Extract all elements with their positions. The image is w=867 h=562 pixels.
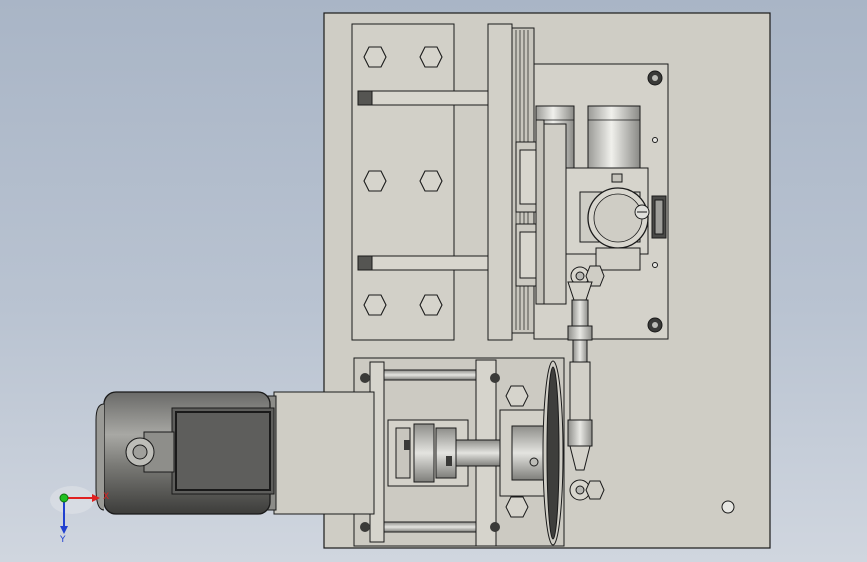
base-plate-hole (721, 500, 735, 514)
small-hole (652, 262, 658, 268)
mount-screw (652, 322, 658, 328)
guide-rod-lower (357, 255, 489, 271)
mount-screw (652, 75, 658, 81)
cad-model-drawing[interactable]: X Y (0, 0, 867, 562)
pneumatic-cylinder-right[interactable] (587, 105, 641, 169)
x-axis-label: X (103, 492, 109, 502)
y-axis-label: Y (59, 535, 66, 545)
small-hole (652, 137, 658, 143)
linkage-rod[interactable] (567, 299, 593, 471)
rod-end-joint-lower[interactable] (569, 479, 605, 501)
clamp-bracket[interactable] (515, 119, 567, 305)
guide-rod-upper (357, 90, 489, 106)
cad-graphics-viewport[interactable]: X Y (0, 0, 867, 562)
